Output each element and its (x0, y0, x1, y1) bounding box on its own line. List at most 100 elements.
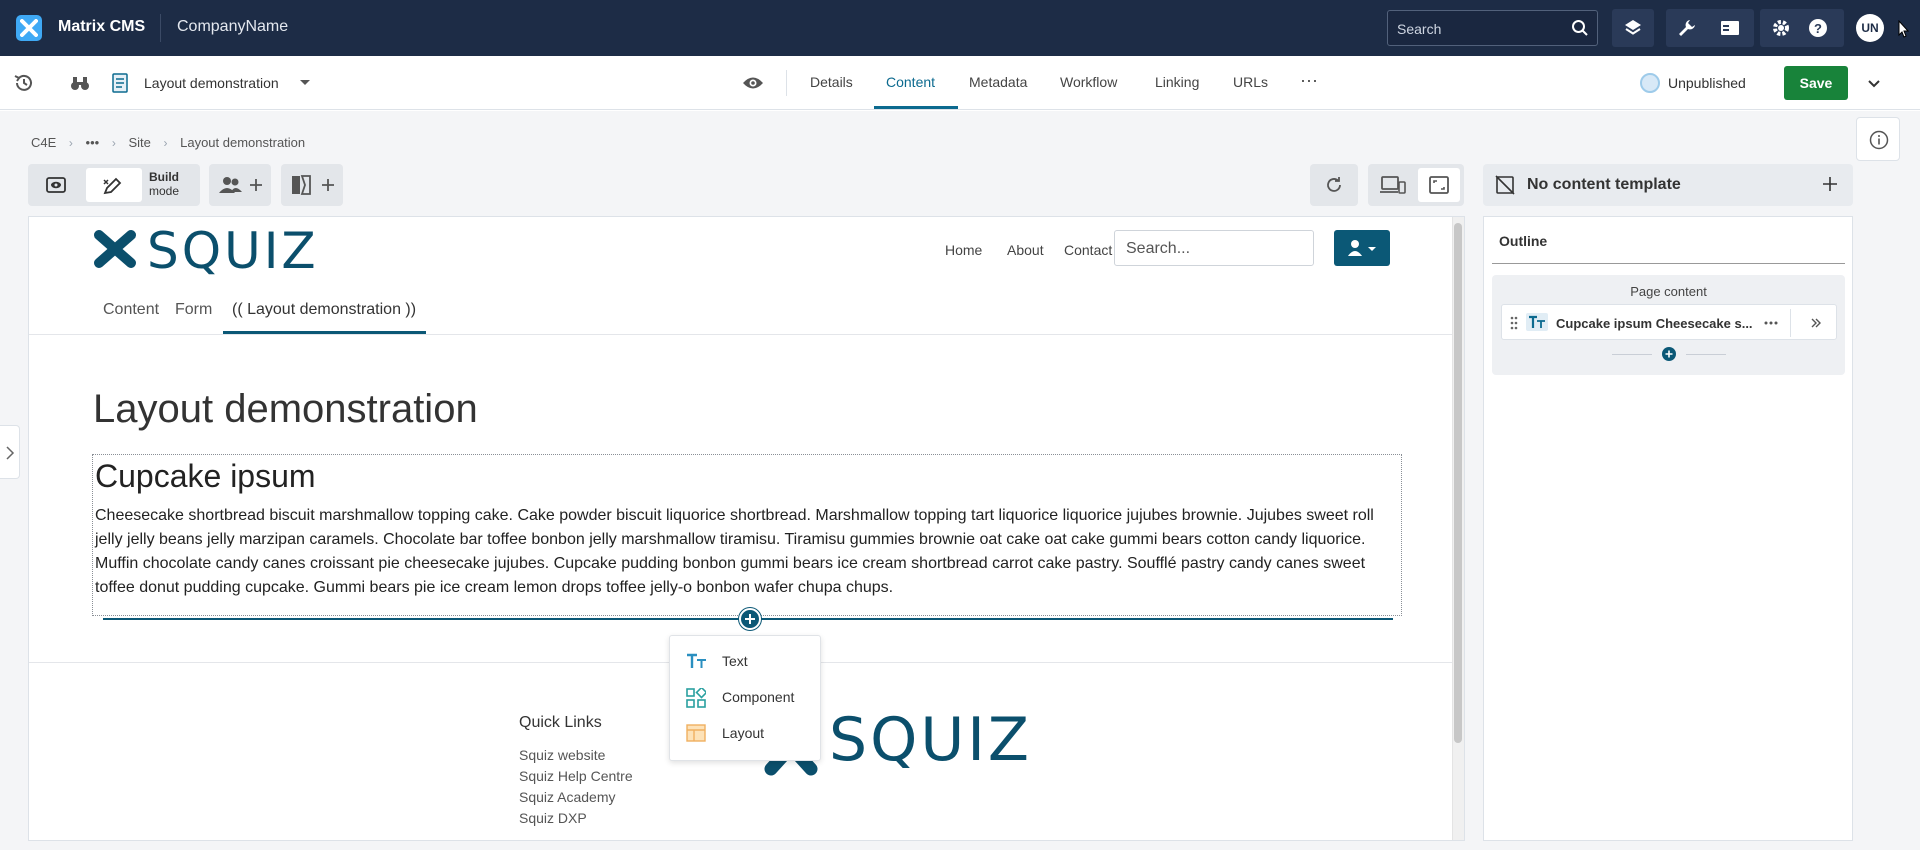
chevron-down-icon[interactable] (1866, 75, 1882, 91)
build-pencil-icon (103, 177, 122, 195)
scrollbar-thumb[interactable] (1454, 223, 1462, 743)
footer-link[interactable]: Squiz DXP (519, 810, 587, 826)
tab-details[interactable]: Details (810, 74, 853, 90)
more-options-icon[interactable] (1764, 321, 1778, 325)
add-outline-item-button[interactable] (1662, 347, 1676, 361)
insert-content-button[interactable] (739, 608, 761, 630)
responsive-devices-icon[interactable] (1380, 175, 1406, 195)
site-tab-layout-demonstration[interactable]: (( Layout demonstration )) (232, 301, 416, 319)
tools-button-group[interactable] (1666, 9, 1754, 47)
block-heading[interactable]: Cupcake ipsum (95, 458, 316, 495)
add-variant-button[interactable] (281, 164, 343, 206)
preview-mode-button[interactable] (32, 168, 80, 202)
binoculars-icon[interactable] (70, 73, 90, 93)
build-mode-button[interactable] (86, 168, 142, 202)
footer-link[interactable]: Squiz website (519, 747, 605, 763)
drag-handle-icon[interactable] (1510, 316, 1518, 330)
squiz-mark-icon[interactable] (93, 229, 137, 269)
outline-divider (1492, 263, 1845, 264)
insert-menu-item-component[interactable]: Component (670, 680, 822, 714)
asset-name-dropdown[interactable]: Layout demonstration (144, 75, 279, 91)
divider (786, 70, 787, 96)
text-type-icon (687, 653, 706, 668)
double-chevron-right-icon[interactable] (1810, 317, 1822, 329)
matrix-logo-icon[interactable] (16, 15, 42, 41)
layers-icon (1625, 20, 1641, 35)
breadcrumb: C4E › ••• › Site › Layout demonstration (31, 134, 305, 150)
insert-menu-item-text[interactable]: Text (670, 644, 822, 678)
breadcrumb-item[interactable]: Layout demonstration (180, 135, 305, 150)
block-text[interactable]: Cheesecake shortbread biscuit marshmallo… (95, 504, 1395, 600)
content-block[interactable]: Cupcake ipsum Cheesecake shortbread bisc… (92, 454, 1402, 616)
outline-page-content-group: Page content Cupcake ipsum Cheesecake s.… (1492, 275, 1845, 375)
add-template-icon[interactable] (1821, 175, 1839, 193)
tab-metadata[interactable]: Metadata (969, 74, 1027, 90)
browser-window-icon (1721, 21, 1739, 35)
preview-scrollbar[interactable] (1452, 217, 1464, 840)
site-tab-form[interactable]: Form (175, 301, 212, 319)
site-logo-text[interactable]: SQUIZ (147, 222, 319, 280)
eye-preview-icon[interactable] (742, 74, 764, 92)
plus-icon (1665, 350, 1673, 358)
history-icon[interactable] (14, 73, 34, 93)
add-user-button[interactable] (209, 164, 271, 206)
outline-group-label: Page content (1630, 284, 1707, 299)
device-view-switcher (1368, 164, 1464, 206)
refresh-button[interactable] (1310, 164, 1358, 206)
global-search-input[interactable]: Search (1387, 10, 1598, 46)
footer-link[interactable]: Squiz Help Centre (519, 768, 633, 784)
page-icon (112, 73, 128, 93)
fullscreen-view-button[interactable] (1418, 168, 1460, 202)
app-name[interactable]: Matrix CMS (58, 18, 145, 36)
outline-item-label: Cupcake ipsum Cheesecake s... (1556, 316, 1753, 331)
fullscreen-icon (1429, 176, 1449, 194)
user-avatar[interactable]: UN (1856, 14, 1884, 42)
page-title: Layout demonstration (93, 387, 478, 431)
site-nav-home[interactable]: Home (945, 242, 982, 258)
site-nav-contact[interactable]: Contact (1064, 242, 1112, 258)
breadcrumb-item[interactable]: Site (128, 135, 150, 150)
insert-menu-label: Layout (722, 725, 765, 741)
build-label-line: mode (149, 184, 180, 198)
status-unpublished-icon (1640, 73, 1660, 93)
status-label[interactable]: Unpublished (1668, 75, 1746, 91)
more-tabs-button[interactable]: ··· (1300, 70, 1318, 91)
site-user-menu-button[interactable] (1334, 230, 1390, 266)
divider (1790, 309, 1791, 337)
tab-urls[interactable]: URLs (1233, 74, 1268, 90)
layers-button[interactable] (1612, 9, 1654, 47)
breadcrumb-more[interactable]: ••• (86, 135, 100, 150)
info-icon (1869, 130, 1889, 150)
tab-content[interactable]: Content (886, 74, 935, 90)
caret-down-icon[interactable] (300, 80, 310, 85)
site-search-input[interactable]: Search... (1114, 230, 1314, 266)
asset-toolbar: Layout demonstration Details Content Met… (0, 56, 1920, 110)
top-bar: Matrix CMS CompanyName Search ? UN (0, 0, 1920, 56)
tab-linking[interactable]: Linking (1155, 74, 1199, 90)
search-icon[interactable] (1571, 19, 1589, 37)
footer-link[interactable]: Squiz Academy (519, 789, 616, 805)
settings-help-group[interactable]: ? (1760, 9, 1844, 47)
left-panel-toggle[interactable] (0, 425, 20, 479)
insert-menu-item-layout[interactable]: Layout (670, 716, 822, 750)
component-grid-icon (686, 688, 706, 708)
site-nav-about[interactable]: About (1007, 242, 1044, 258)
info-panel-button[interactable] (1856, 117, 1900, 161)
plus-icon (322, 179, 334, 191)
no-template-icon (1495, 175, 1515, 195)
site-tab-content[interactable]: Content (103, 301, 159, 319)
breadcrumb-item[interactable]: C4E (31, 135, 56, 150)
save-button[interactable]: Save (1784, 66, 1848, 100)
gear-icon (1773, 20, 1789, 36)
insert-menu: Text Component Layout (669, 635, 821, 761)
users-icon (219, 177, 242, 193)
outline-item[interactable]: Cupcake ipsum Cheesecake s... (1501, 304, 1837, 340)
chevron-right-icon: › (163, 135, 168, 150)
company-name[interactable]: CompanyName (177, 18, 288, 36)
tab-workflow[interactable]: Workflow (1060, 74, 1117, 90)
plus-circle-icon (745, 614, 755, 624)
active-tab-indicator (874, 106, 958, 109)
footer-logo-text: SQUIZ (829, 705, 1033, 775)
content-template-bar: No content template (1483, 164, 1853, 206)
divider (1612, 354, 1652, 355)
